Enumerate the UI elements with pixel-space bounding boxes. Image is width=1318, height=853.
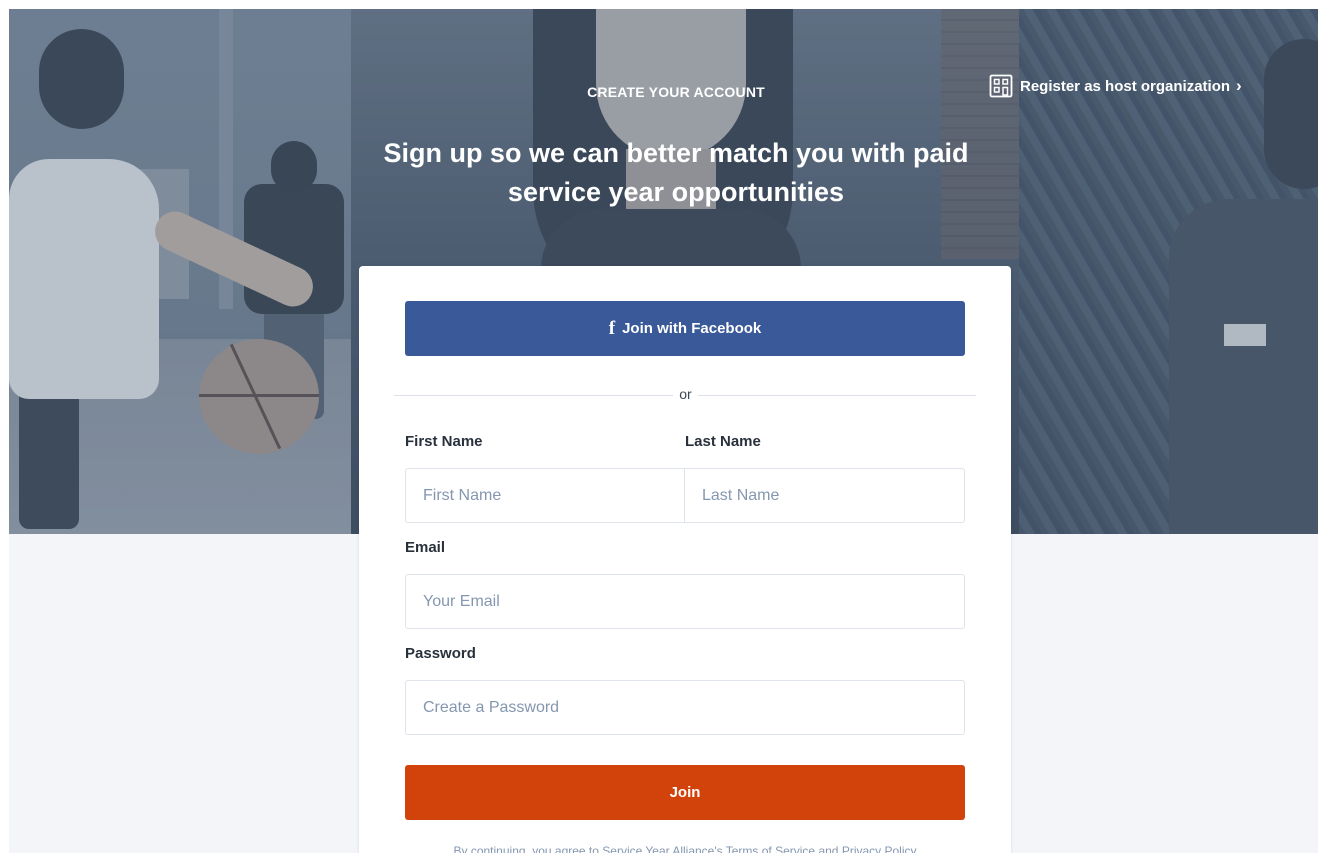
facebook-icon: f <box>608 317 616 339</box>
first-name-label: First Name <box>405 433 483 450</box>
facebook-button-label: Join with Facebook <box>622 320 762 337</box>
first-name-input[interactable] <box>405 468 685 523</box>
join-button[interactable]: Join <box>405 765 965 820</box>
chevron-right-icon: › <box>1236 76 1242 95</box>
terms-prefix: By continuing, you agree to Service Year… <box>453 844 726 853</box>
or-divider: or <box>394 386 976 404</box>
email-label: Email <box>405 539 446 556</box>
building-icon <box>989 74 1013 98</box>
signup-page: CREATE YOUR ACCOUNT Sign up so we can be… <box>0 0 1318 853</box>
register-host-label: Register as host organization <box>1020 77 1231 95</box>
divider-line-left <box>394 395 673 396</box>
password-label: Password <box>405 645 476 662</box>
page-frame-left <box>0 0 9 853</box>
privacy-policy-link[interactable]: Privacy Policy <box>842 844 917 853</box>
page-frame-top <box>0 0 1318 9</box>
email-input[interactable] <box>405 574 965 629</box>
password-input[interactable] <box>405 680 965 735</box>
divider-text: or <box>679 386 692 402</box>
join-with-facebook-button[interactable]: f Join with Facebook <box>405 301 965 356</box>
register-host-link[interactable]: Register as host organization › <box>989 72 1242 100</box>
page-eyebrow: CREATE YOUR ACCOUNT <box>587 84 765 100</box>
last-name-label: Last Name <box>685 433 761 450</box>
terms-of-service-link[interactable]: Terms of Service <box>726 844 815 853</box>
last-name-input[interactable] <box>684 468 965 523</box>
terms-notice: By continuing, you agree to Service Year… <box>359 844 1011 853</box>
terms-and: and <box>815 844 842 853</box>
signup-card: f Join with Facebook or First Name Last … <box>359 266 1011 853</box>
page-title: Sign up so we can better match you with … <box>383 138 969 207</box>
divider-line-right <box>698 395 976 396</box>
